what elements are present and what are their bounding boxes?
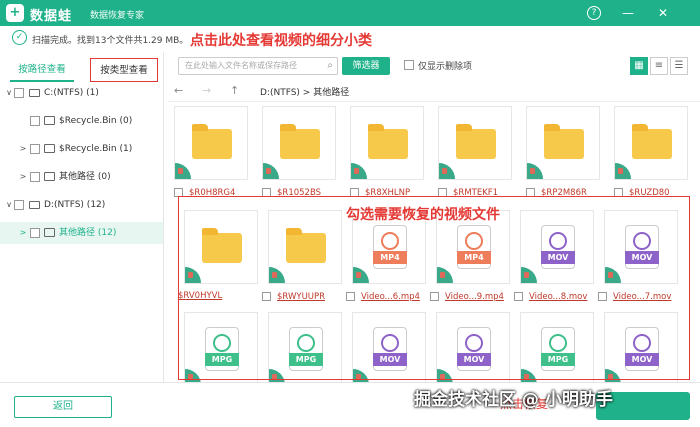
tree-item-recycle-0[interactable]: $Recycle.Bin (0) [0,110,163,132]
checkbox[interactable] [14,200,24,210]
deleted-badge-icon [263,163,279,179]
only-deleted-label: 仅显示删除项 [418,62,473,72]
tree-item-d-drive[interactable]: ∨ D:(NTFS) (12) [0,194,163,216]
annotation-middle: 勾选需要恢复的视频文件 [346,207,500,223]
tree-item-label: $Recycle.Bin (0) [59,116,133,126]
checkbox[interactable] [30,144,40,154]
deleted-badge-icon [615,163,631,179]
file-card[interactable] [438,106,512,180]
back-button[interactable]: 返回 [14,396,112,418]
path-nav-bar: ← → ↑ D:(NTFS) > 其他路径 [168,80,700,102]
grid-view-icon[interactable]: ▦ [630,57,648,75]
app-logo-icon: + [6,4,24,22]
expand-icon[interactable]: ∨ [4,194,14,216]
tab-by-path[interactable]: 按路径查看 [10,58,74,82]
filter-button[interactable]: 筛选器 [342,57,390,75]
tree-item-label: $Recycle.Bin (1) [59,144,133,154]
expand-icon[interactable]: > [18,166,28,188]
checkbox[interactable] [30,116,40,126]
minimize-icon[interactable]: — [620,5,636,21]
tree-item-recycle-1[interactable]: > $Recycle.Bin (1) [0,138,163,160]
sidebar: 按路径查看 按类型查看 ∨ C:(NTFS) (1) $Recycle.Bin … [0,52,164,382]
close-icon[interactable]: ✕ [655,5,671,21]
check-circle-icon: ✓ [12,30,27,45]
file-card[interactable] [614,106,688,180]
title-bar: + 数据蛙 数据恢复专家 ? — ✕ [0,0,700,26]
search-placeholder: 在此处输入文件名称或保存路径 [185,61,297,70]
tree-item-c-drive[interactable]: ∨ C:(NTFS) (1) [0,82,163,104]
file-grid: $R0H8RG4 $R1052BS $R8XHLNP $RMTEKF1 $RP2… [168,104,700,382]
tree-item-label: 其他路径 (12) [59,228,117,238]
folder-icon [44,172,55,181]
only-deleted-toggle[interactable]: 仅显示删除项 [404,59,472,72]
up-arrow-icon[interactable]: ↑ [230,84,239,97]
breadcrumb: D:(NTFS) > 其他路径 [260,88,350,98]
folder-icon [456,124,496,159]
tree-item-label: C:(NTFS) (1) [44,88,99,98]
folder-icon [632,124,672,159]
folder-icon [192,124,232,159]
folder-icon [44,144,55,153]
deleted-badge-icon [527,163,543,179]
file-card[interactable] [174,106,248,180]
checkbox[interactable] [404,60,414,70]
file-card[interactable] [262,106,336,180]
list-view-icon[interactable]: ≡ [650,57,668,75]
deleted-badge-icon [175,163,191,179]
expand-icon[interactable]: > [18,222,28,244]
file-card[interactable] [526,106,600,180]
scan-status-text: 扫描完成。找到13个文件共1.29 MB。 [32,36,189,46]
tree-item-label: D:(NTFS) (12) [44,200,106,210]
folder-icon [44,228,55,237]
toolbar: 在此处输入文件名称或保存路径 ⌕ 筛选器 仅显示删除项 ▦ ≡ ☰ [168,55,700,79]
folder-icon [280,124,320,159]
watermark: 掘金技术社区 @ 小明助手 [414,390,613,410]
deleted-badge-icon [439,163,455,179]
drive-icon [29,201,40,209]
expand-icon[interactable]: ∨ [4,82,14,104]
deleted-badge-icon [351,163,367,179]
tree-item-other-d[interactable]: > 其他路径 (12) [0,222,163,244]
expand-icon[interactable]: > [18,138,28,160]
back-arrow-icon[interactable]: ← [174,84,183,97]
annotation-top: 点击此处查看视频的细分小类 [190,33,372,49]
search-input[interactable]: 在此处输入文件名称或保存路径 ⌕ [178,57,338,75]
checkbox[interactable] [30,172,40,182]
tab-by-type[interactable]: 按类型查看 [90,58,158,82]
tree-item-other-c[interactable]: > 其他路径 (0) [0,166,163,188]
folder-icon [44,116,55,125]
folder-icon [544,124,584,159]
drive-icon [29,89,40,97]
app-subtitle: 数据恢复专家 [90,11,145,21]
help-icon[interactable]: ? [587,6,601,20]
file-card[interactable] [350,106,424,180]
app-name: 数据蛙 [30,9,73,24]
tree-item-label: 其他路径 (0) [59,172,111,182]
folder-icon [368,124,408,159]
checkbox[interactable] [30,228,40,238]
forward-arrow-icon[interactable]: → [202,84,211,97]
search-icon[interactable]: ⌕ [327,58,333,74]
detail-view-icon[interactable]: ☰ [670,57,688,75]
checkbox[interactable] [14,88,24,98]
